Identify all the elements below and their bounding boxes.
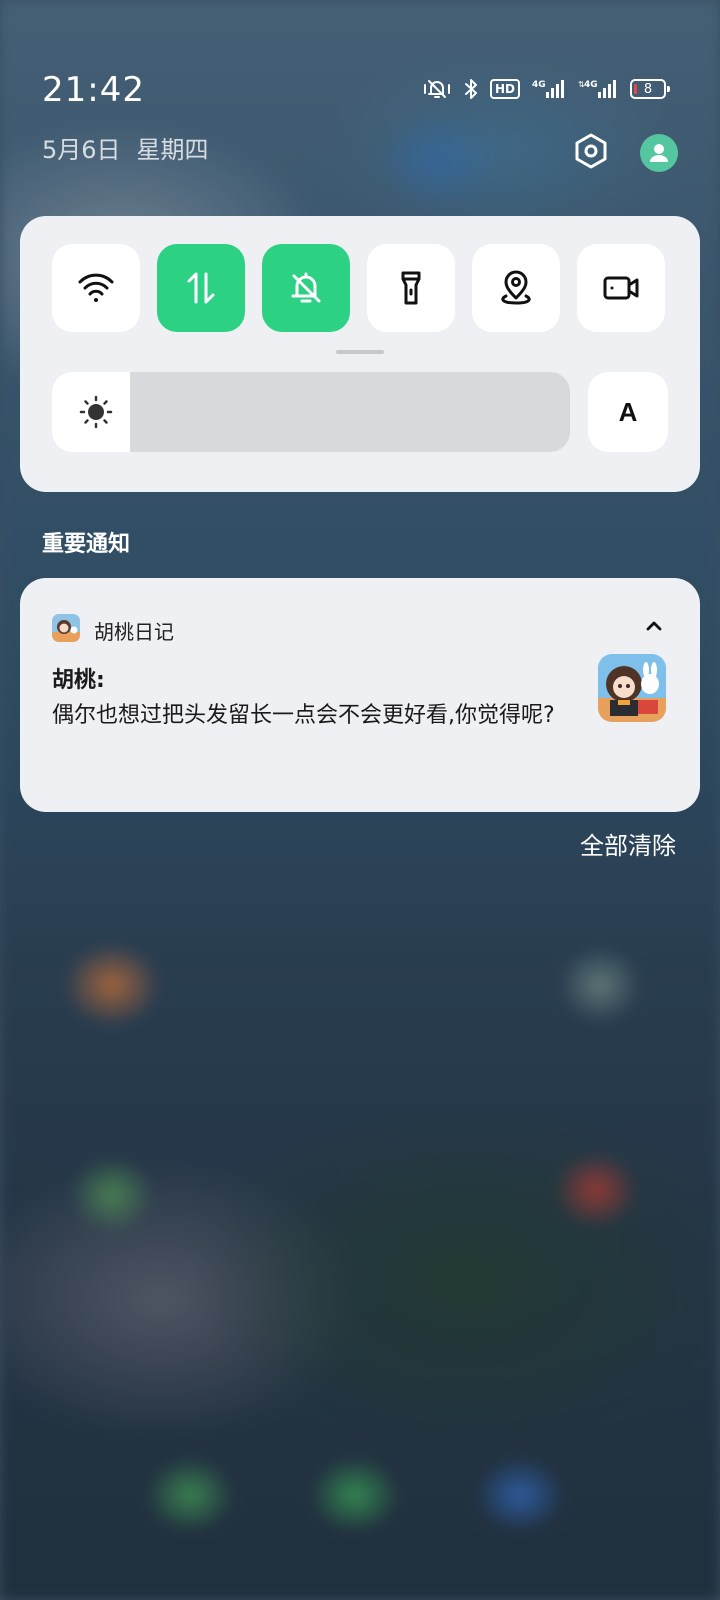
flashlight-icon <box>401 271 421 305</box>
sun-icon <box>76 392 116 432</box>
quick-settings-tiles <box>52 244 665 332</box>
user-avatar-icon[interactable] <box>640 134 678 172</box>
battery-icon: 8 <box>630 79 670 99</box>
quick-settings-panel: A <box>20 216 700 492</box>
app-icon <box>52 614 80 642</box>
panel-drag-handle[interactable] <box>336 350 384 354</box>
date-text: 5月6日 <box>42 136 121 164</box>
notification-app-name: 胡桃日记 <box>94 620 174 644</box>
weekday-text: 星期四 <box>136 136 209 164</box>
notification-card[interactable]: 胡桃日记 胡桃: 偶尔也想过把头发留长一点会不会更好看,你觉得呢? <box>20 578 700 812</box>
hd-icon: HD <box>489 79 520 99</box>
wifi-icon <box>78 273 114 302</box>
bluetooth-icon <box>464 78 478 100</box>
signal-4g-icon: 4G <box>532 78 566 100</box>
tile-screen-record[interactable] <box>577 244 665 332</box>
status-icons: HD 4G ⇅ 4G 8 <box>422 78 670 100</box>
clear-all-button[interactable]: 全部清除 <box>580 826 676 861</box>
tile-wifi[interactable] <box>52 244 140 332</box>
bell-off-icon <box>291 272 321 303</box>
video-camera-icon <box>603 276 639 300</box>
section-title: 重要通知 <box>42 532 131 557</box>
settings-hexagon-icon[interactable] <box>572 132 610 174</box>
data-transfer-icon <box>187 272 215 304</box>
svg-text:4G: 4G <box>532 80 546 90</box>
battery-level: 8 <box>643 81 653 97</box>
location-icon <box>501 270 531 305</box>
mute-vibrate-icon <box>422 78 452 100</box>
chevron-up-icon[interactable] <box>640 612 668 640</box>
notification-body: 偶尔也想过把头发留长一点会不会更好看,你觉得呢? <box>52 703 555 728</box>
clock-time: 21:42 <box>42 70 145 110</box>
svg-text:4G: 4G <box>584 80 598 90</box>
tile-mobile-data[interactable] <box>157 244 245 332</box>
notification-thumbnail <box>598 654 666 722</box>
tile-flashlight[interactable] <box>367 244 455 332</box>
date-line: 5月6日 星期四 <box>42 130 209 165</box>
tile-location[interactable] <box>472 244 560 332</box>
tile-do-not-disturb[interactable] <box>262 244 350 332</box>
header-actions <box>572 132 678 174</box>
notification-title: 胡桃: <box>52 668 105 693</box>
signal-4g-icon-2: ⇅ 4G <box>578 78 618 100</box>
auto-brightness-button[interactable]: A <box>588 372 668 452</box>
brightness-slider[interactable] <box>52 372 570 452</box>
